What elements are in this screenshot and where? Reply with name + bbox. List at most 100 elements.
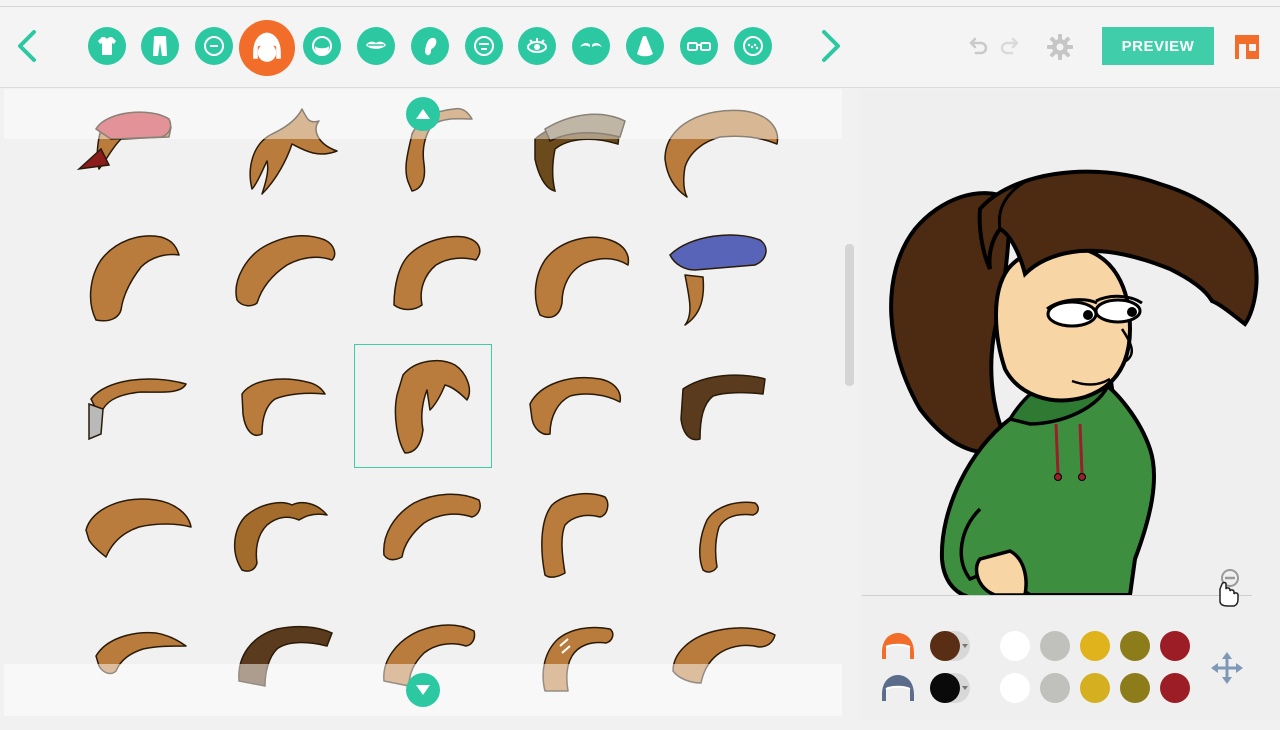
hair-option-long-straight[interactable] bbox=[500, 475, 638, 599]
hair-option-striped[interactable] bbox=[500, 601, 638, 725]
chevron-down-icon bbox=[416, 685, 430, 695]
hair-thumbnail-image bbox=[669, 234, 767, 326]
color-swatch[interactable] bbox=[1000, 673, 1030, 703]
hair-thumbnail-image bbox=[95, 631, 187, 675]
grid-scrollbar[interactable] bbox=[845, 244, 854, 386]
hair-option-grey-tuft[interactable] bbox=[61, 344, 199, 468]
hair-line-color-icon[interactable] bbox=[878, 671, 918, 705]
stage-floor-line bbox=[862, 595, 1252, 596]
tab-hair[interactable] bbox=[239, 20, 295, 76]
color-row-2 bbox=[878, 671, 1190, 705]
hair-option-cap-sweep[interactable] bbox=[61, 89, 199, 213]
character-stage bbox=[860, 89, 1280, 595]
hair-option-curly-drop[interactable] bbox=[354, 215, 492, 339]
color-swatch[interactable] bbox=[1040, 631, 1070, 661]
hair-option-curly-arch[interactable] bbox=[207, 215, 345, 339]
tab-upper-body[interactable] bbox=[88, 27, 126, 65]
hair-thumbnail-image bbox=[534, 113, 626, 192]
hair-option-spiky-swoop[interactable] bbox=[207, 89, 345, 213]
hair-option-shaggy[interactable] bbox=[61, 475, 199, 599]
hair-thumbnail-image bbox=[393, 235, 481, 311]
color-swatch[interactable] bbox=[1000, 631, 1030, 661]
color-swatch[interactable] bbox=[1120, 673, 1150, 703]
caret-down-icon bbox=[962, 686, 968, 690]
tab-beard[interactable] bbox=[303, 27, 341, 65]
color-swatch[interactable] bbox=[1040, 673, 1070, 703]
hair-option-short-hook[interactable] bbox=[207, 344, 345, 468]
hair-thumbnail-image bbox=[664, 109, 779, 198]
hair-option-long-side[interactable] bbox=[645, 89, 783, 213]
hair-option-ponytail[interactable] bbox=[354, 344, 492, 468]
hair-option-side-swoop[interactable] bbox=[500, 344, 638, 468]
color-swatch[interactable] bbox=[1080, 673, 1110, 703]
hair-option-thin-hook[interactable] bbox=[645, 475, 783, 599]
lips-icon bbox=[366, 41, 386, 49]
hair-option-dark-hook[interactable] bbox=[645, 344, 783, 468]
hair-thumbnail-image bbox=[88, 378, 187, 441]
tab-glasses[interactable] bbox=[680, 27, 718, 65]
hair-option-dark-long[interactable] bbox=[207, 601, 345, 725]
tab-face-detail[interactable] bbox=[734, 27, 772, 65]
store-icon[interactable] bbox=[1232, 32, 1262, 62]
hair-thumbnail-image bbox=[249, 108, 338, 195]
current-color-dropdown[interactable] bbox=[930, 673, 970, 703]
beard-icon bbox=[312, 36, 332, 56]
hair-thumbnail-image bbox=[76, 111, 172, 171]
current-color-swatch bbox=[930, 631, 960, 661]
tab-mouth[interactable] bbox=[357, 27, 395, 65]
hair-thumbnail-image bbox=[699, 501, 759, 573]
eye-icon bbox=[527, 38, 547, 53]
move-icon[interactable] bbox=[1210, 651, 1244, 685]
scroll-up-button[interactable] bbox=[406, 97, 440, 131]
hair-options-panel bbox=[0, 89, 857, 720]
hair-thumbnail-image bbox=[534, 236, 630, 319]
hair-thumbnail-image bbox=[238, 625, 333, 687]
hair-option-wavy-curl[interactable] bbox=[500, 215, 638, 339]
hair-thumbnail-image bbox=[394, 359, 471, 454]
hair-option-curly-wave[interactable] bbox=[354, 475, 492, 599]
tab-eye[interactable] bbox=[518, 27, 556, 65]
tab-ear[interactable] bbox=[411, 27, 449, 65]
color-swatch[interactable] bbox=[1120, 631, 1150, 661]
gear-icon[interactable] bbox=[1046, 33, 1074, 61]
hair-icon bbox=[253, 32, 281, 62]
hair-option-spiky-wide[interactable] bbox=[645, 601, 783, 725]
color-swatch[interactable] bbox=[1080, 631, 1110, 661]
preview-button[interactable]: PREVIEW bbox=[1102, 27, 1214, 65]
hair-option-twin-tails[interactable] bbox=[207, 475, 345, 599]
chevron-right-icon bbox=[822, 30, 840, 62]
chevron-left-icon bbox=[18, 30, 36, 62]
freckles-icon bbox=[743, 36, 763, 56]
character-figure[interactable] bbox=[860, 89, 1280, 595]
current-color-swatch bbox=[930, 673, 960, 703]
hair-option-cap-blue[interactable] bbox=[645, 215, 783, 339]
tab-lower-body[interactable] bbox=[141, 27, 179, 65]
color-swatch[interactable] bbox=[1160, 631, 1190, 661]
hair-thumbnail-image bbox=[89, 235, 180, 322]
hair-thumbnail-image bbox=[235, 235, 336, 307]
category-next-button[interactable] bbox=[812, 24, 852, 68]
pants-icon bbox=[153, 36, 167, 56]
tab-nose[interactable] bbox=[626, 27, 664, 65]
zoom-out-icon[interactable] bbox=[1210, 567, 1244, 607]
shirt-icon bbox=[98, 37, 116, 55]
category-prev-button[interactable] bbox=[6, 24, 46, 68]
tab-face-shape[interactable] bbox=[195, 27, 233, 65]
scroll-down-button[interactable] bbox=[406, 673, 440, 707]
hair-option-dark-swoop[interactable] bbox=[500, 89, 638, 213]
tab-eyebrows-face[interactable] bbox=[465, 27, 503, 65]
color-swatch[interactable] bbox=[1160, 673, 1190, 703]
face-brow-icon bbox=[474, 36, 494, 56]
redo-icon[interactable] bbox=[998, 34, 1024, 60]
character-preview-panel bbox=[860, 89, 1280, 720]
ear-icon bbox=[425, 37, 437, 56]
hair-option-wavy-flow[interactable] bbox=[61, 215, 199, 339]
top-toolbar: PREVIEW bbox=[0, 0, 1280, 88]
nose-icon bbox=[637, 36, 653, 57]
undo-icon[interactable] bbox=[964, 34, 990, 60]
eyebrows-icon bbox=[580, 42, 602, 47]
hair-option-short-spike[interactable] bbox=[61, 601, 199, 725]
current-color-dropdown[interactable] bbox=[930, 631, 970, 661]
tab-eyebrows[interactable] bbox=[572, 27, 610, 65]
hair-color-icon[interactable] bbox=[878, 629, 918, 663]
